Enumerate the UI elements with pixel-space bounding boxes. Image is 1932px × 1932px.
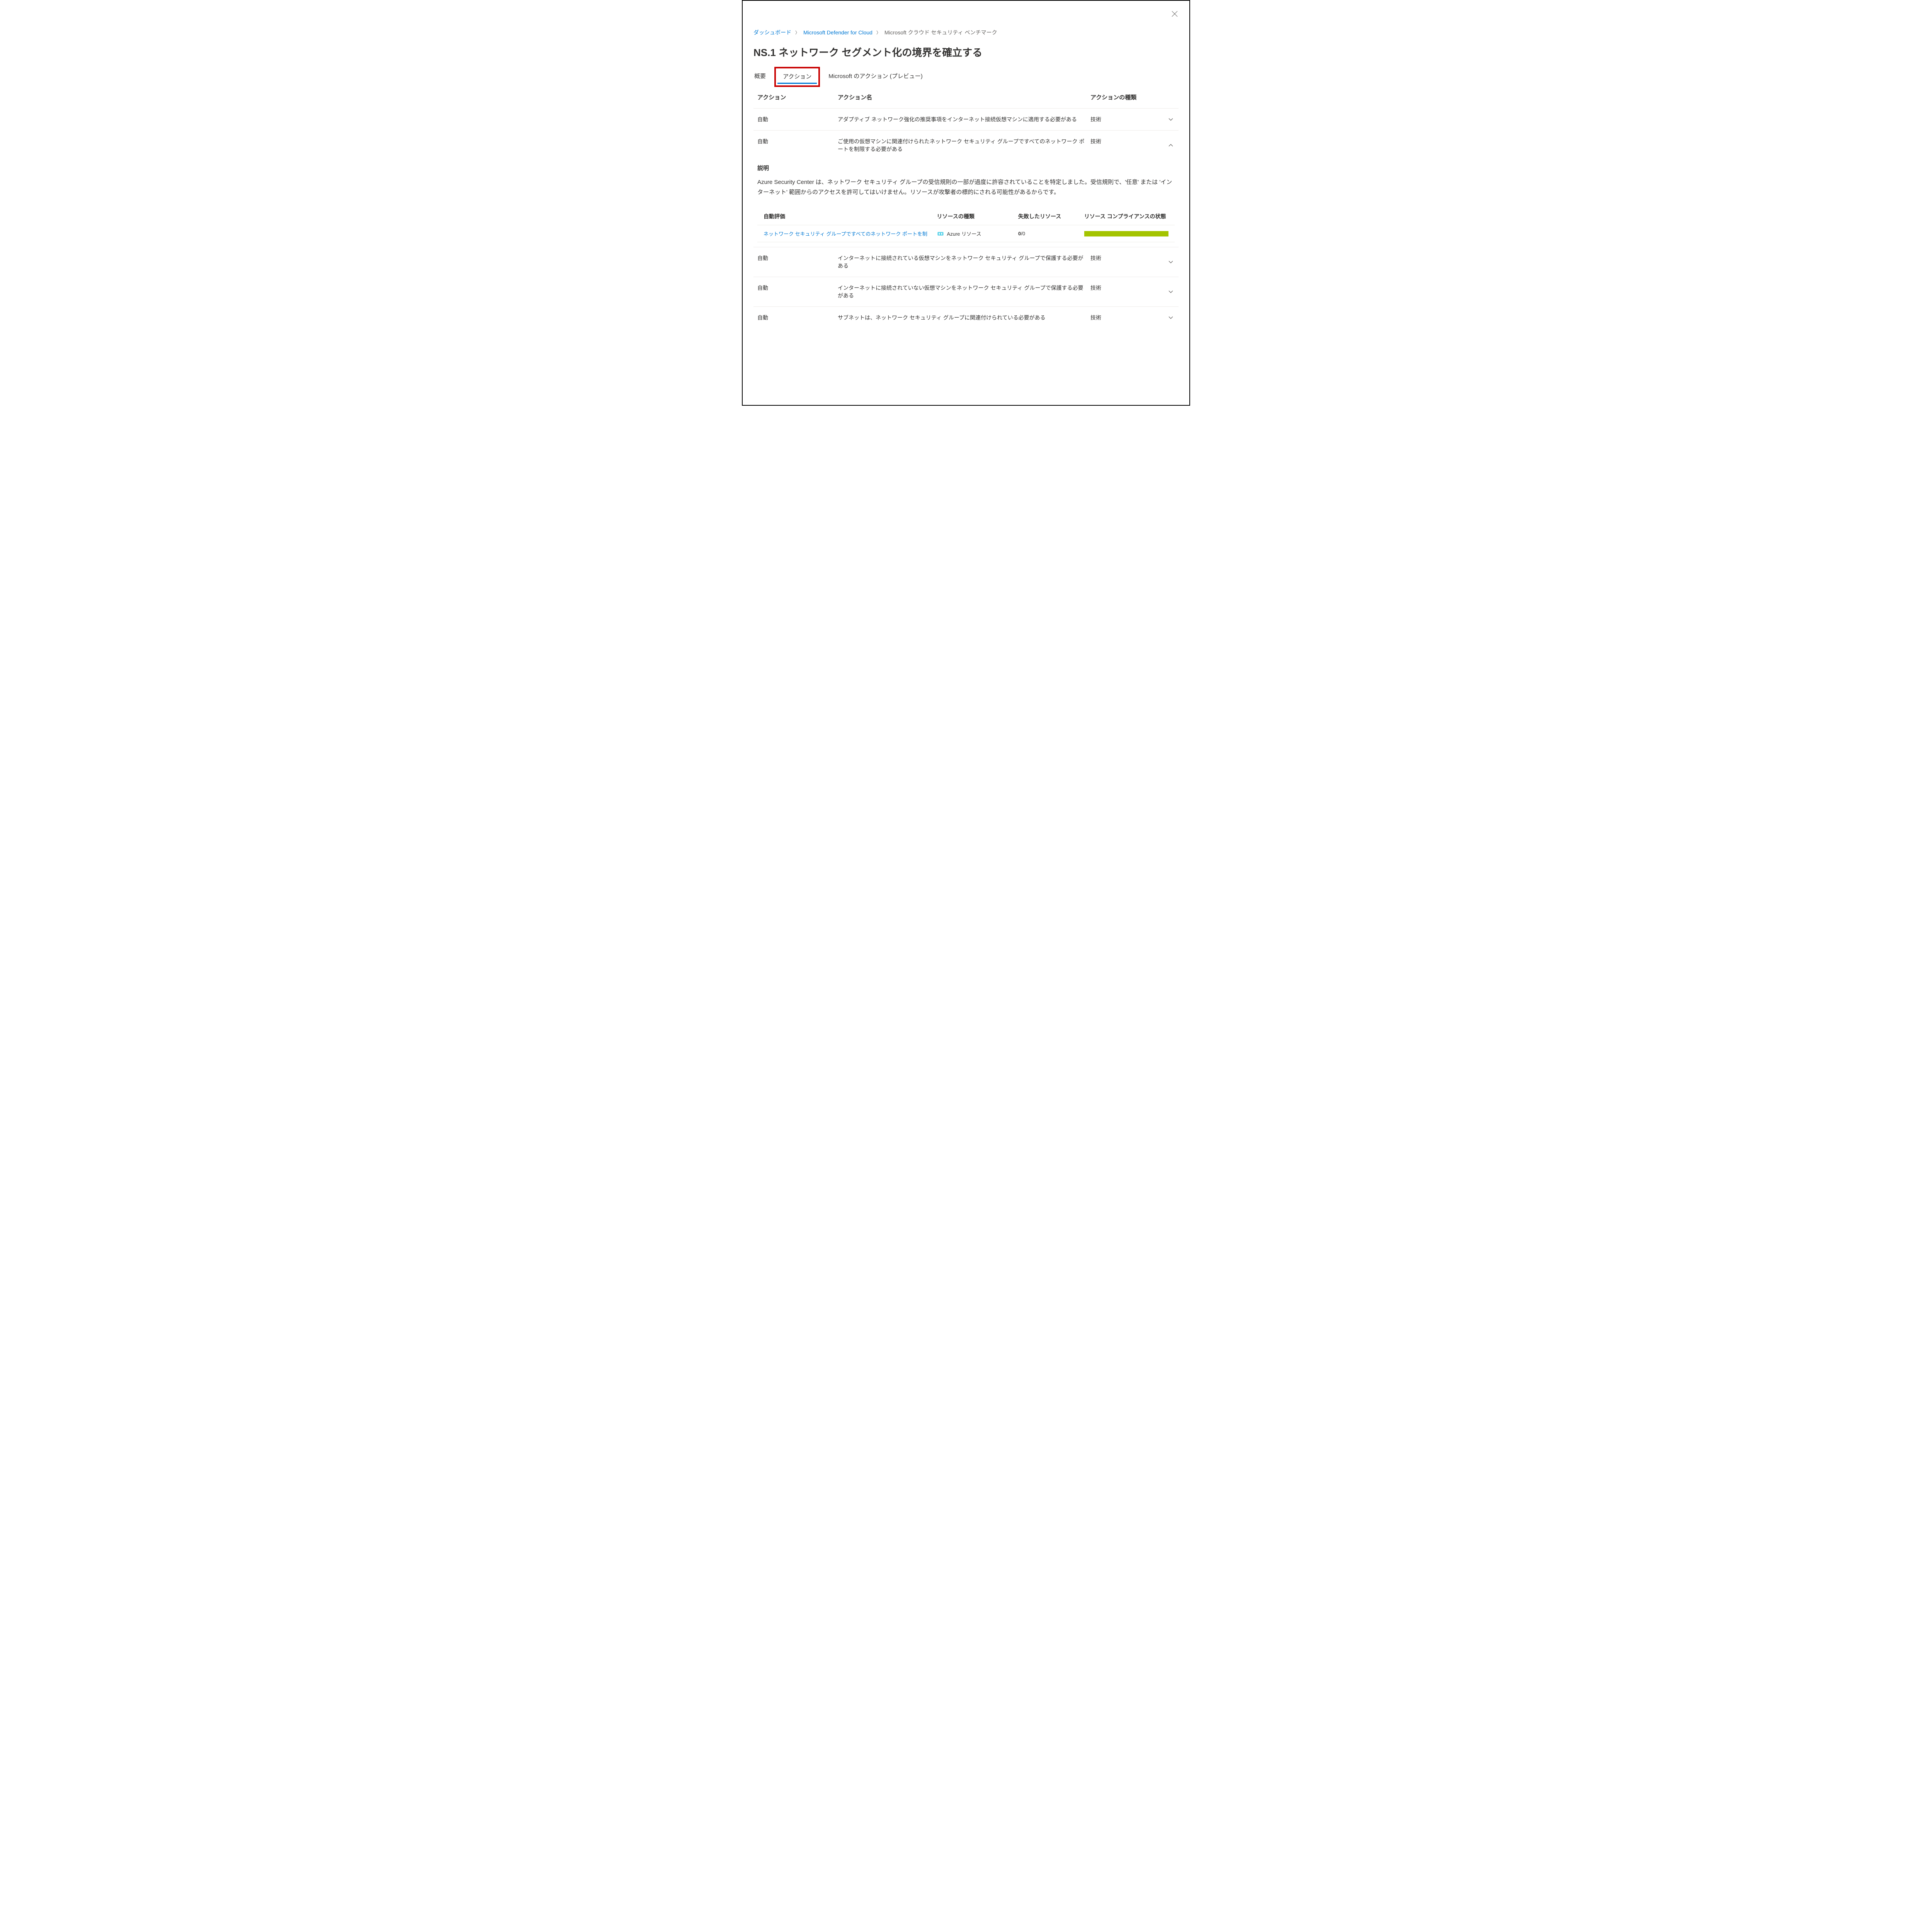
col-resource-type: リソースの種類 <box>937 213 1014 220</box>
action-cell: 自動 <box>757 138 835 145</box>
close-icon[interactable] <box>1169 9 1180 19</box>
assessment-table-header: 自動評価 リソースの種類 失敗したリソース リソース コンプライアンスの状態 <box>757 208 1175 225</box>
azure-resource-icon <box>937 230 944 237</box>
chevron-up-icon <box>1167 141 1175 149</box>
action-cell: 自動 <box>757 284 835 292</box>
breadcrumb-dashboard[interactable]: ダッシュボード <box>753 29 791 36</box>
col-compliance-state: リソース コンプライアンスの状態 <box>1084 213 1168 220</box>
action-name-cell: アダプティブ ネットワーク強化の推奨事項をインターネット接続仮想マシンに適用する… <box>838 116 1087 123</box>
chevron-down-icon <box>1167 258 1175 266</box>
tab-overview[interactable]: 概要 <box>753 70 767 84</box>
page-title: NS.1 ネットワーク セグメント化の境界を確立する <box>753 45 1179 59</box>
action-name-cell: インターネットに接続されていない仮想マシンをネットワーク セキュリティ グループ… <box>838 284 1087 299</box>
action-row[interactable]: 自動 アダプティブ ネットワーク強化の推奨事項をインターネット接続仮想マシンに適… <box>753 109 1179 131</box>
chevron-down-icon <box>1167 288 1175 296</box>
action-row[interactable]: 自動 ご使用の仮想マシンに関連付けられたネットワーク セキュリティ グループです… <box>753 131 1179 160</box>
action-type-cell: 技術 <box>1090 284 1148 292</box>
failed-total: /0 <box>1021 231 1025 236</box>
action-name-cell: サブネットは、ネットワーク セキュリティ グループに関連付けられている必要がある <box>838 314 1087 321</box>
breadcrumb-current: Microsoft クラウド セキュリティ ベンチマーク <box>884 29 997 36</box>
assessment-link[interactable]: ネットワーク セキュリティ グループですべてのネットワーク ポートを制 <box>764 230 932 237</box>
compliance-bar-cell <box>1084 231 1168 236</box>
action-cell: 自動 <box>757 314 835 321</box>
action-type-cell: 技術 <box>1090 138 1148 145</box>
chevron-down-icon <box>1167 314 1175 321</box>
description-text: Azure Security Center は、ネットワーク セキュリティ グル… <box>757 177 1175 197</box>
chevron-right-icon: 〉 <box>876 29 881 36</box>
col-action-type: アクションの種類 <box>1090 93 1148 101</box>
resource-type-label: Azure リソース <box>947 230 981 237</box>
breadcrumb: ダッシュボード 〉 Microsoft Defender for Cloud 〉… <box>753 29 1179 36</box>
action-name-cell: ご使用の仮想マシンに関連付けられたネットワーク セキュリティ グループですべての… <box>838 138 1087 153</box>
tab-actions[interactable]: アクション <box>777 70 817 84</box>
action-row[interactable]: 自動 サブネットは、ネットワーク セキュリティ グループに関連付けられている必要… <box>753 307 1179 328</box>
action-type-cell: 技術 <box>1090 314 1148 321</box>
compliance-bar <box>1084 231 1168 236</box>
assessment-row[interactable]: ネットワーク セキュリティ グループですべてのネットワーク ポートを制 Azur… <box>757 225 1175 242</box>
action-cell: 自動 <box>757 254 835 262</box>
resource-type-cell: Azure リソース <box>937 230 1014 237</box>
chevron-down-icon <box>1167 116 1175 123</box>
tab-bar: 概要 アクション Microsoft のアクション (プレビュー) <box>753 70 1179 84</box>
col-action-name: アクション名 <box>838 93 1087 101</box>
failed-resources-cell: 0/0 <box>1018 231 1080 236</box>
tab-ms-actions[interactable]: Microsoft のアクション (プレビュー) <box>828 70 923 84</box>
action-type-cell: 技術 <box>1090 254 1148 262</box>
action-row[interactable]: 自動 インターネットに接続されている仮想マシンをネットワーク セキュリティ グル… <box>753 247 1179 277</box>
action-row[interactable]: 自動 インターネットに接続されていない仮想マシンをネットワーク セキュリティ グ… <box>753 277 1179 307</box>
expanded-panel: 説明 Azure Security Center は、ネットワーク セキュリティ… <box>753 160 1179 245</box>
col-assessment: 自動評価 <box>764 213 932 220</box>
col-failed-resources: 失敗したリソース <box>1018 213 1080 220</box>
action-table: アクション アクション名 アクションの種類 自動 アダプティブ ネットワーク強化… <box>753 89 1179 328</box>
breadcrumb-defender[interactable]: Microsoft Defender for Cloud <box>803 29 872 36</box>
action-type-cell: 技術 <box>1090 116 1148 123</box>
chevron-right-icon: 〉 <box>795 29 799 36</box>
action-table-header: アクション アクション名 アクションの種類 <box>753 89 1179 109</box>
col-action: アクション <box>757 93 835 101</box>
action-cell: 自動 <box>757 116 835 123</box>
description-heading: 説明 <box>757 164 1175 172</box>
action-name-cell: インターネットに接続されている仮想マシンをネットワーク セキュリティ グループで… <box>838 254 1087 270</box>
